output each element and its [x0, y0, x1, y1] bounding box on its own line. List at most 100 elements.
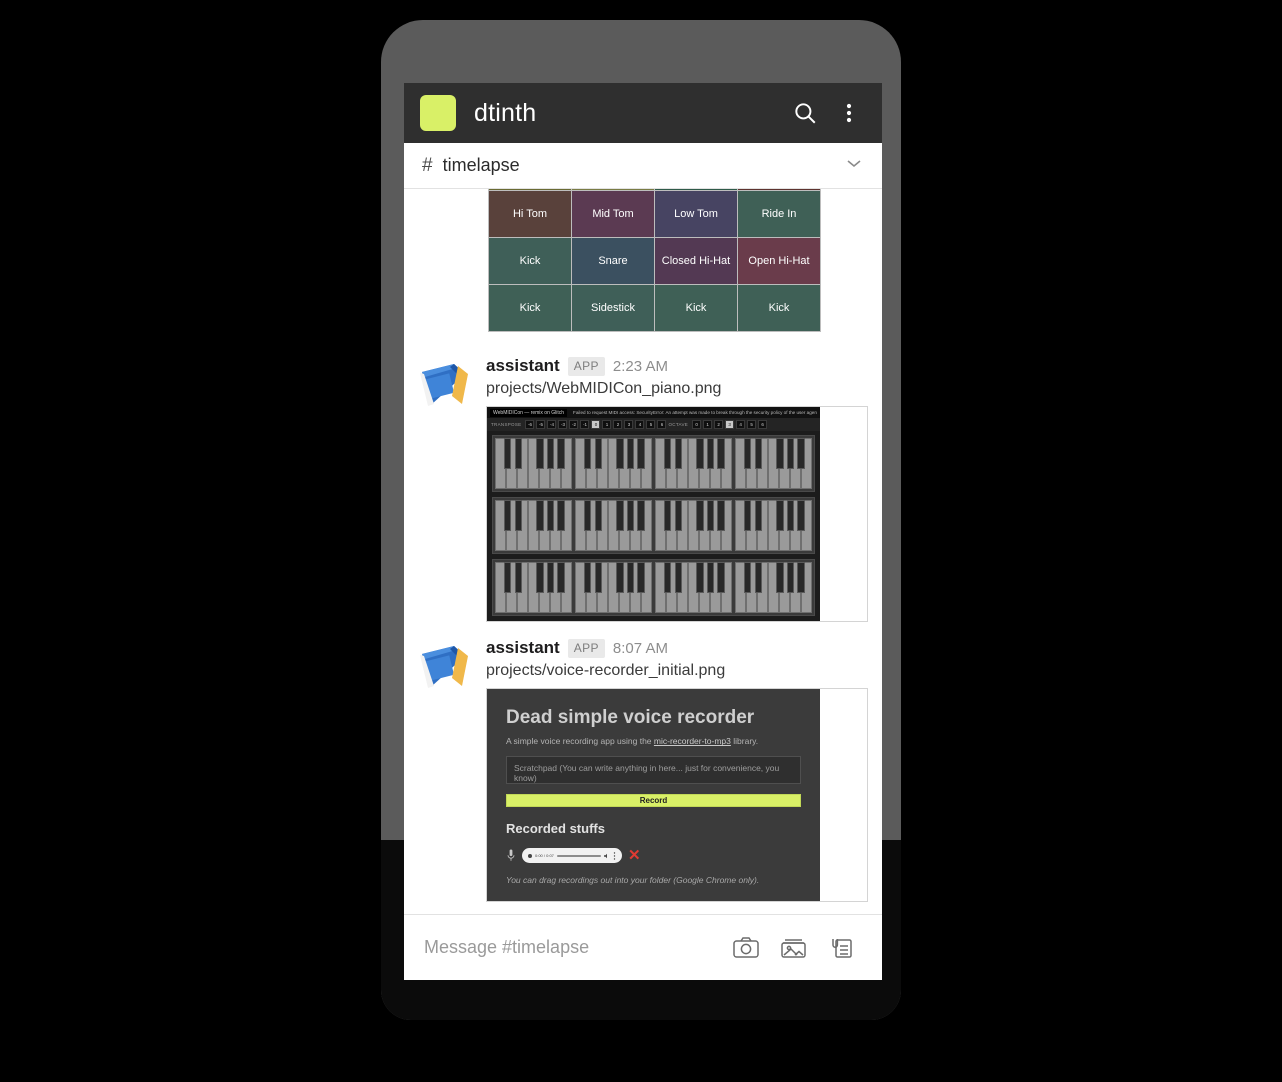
piano-octave[interactable] [495, 500, 572, 552]
document-attachment-icon[interactable] [822, 931, 862, 965]
message-input[interactable]: Message #timelapse [424, 937, 718, 958]
piano-octave[interactable] [735, 500, 812, 552]
piano-black-key[interactable] [754, 562, 762, 593]
transpose-button[interactable]: -5 [536, 420, 546, 430]
transpose-button[interactable]: 4 [635, 420, 645, 430]
piano-keyboard-row[interactable] [492, 559, 815, 617]
drum-pad[interactable]: Snare [572, 238, 654, 284]
piano-black-key[interactable] [536, 500, 544, 531]
drum-pad-grid[interactable]: Hi Tom Mid Tom Low Tom Ride In Kick Snare Clos… [488, 189, 821, 332]
octave-button[interactable]: 3 [725, 420, 735, 430]
piano-black-key[interactable] [557, 438, 565, 469]
mic-recorder-link[interactable]: mic-recorder-to-mp3 [654, 736, 731, 746]
transpose-button[interactable]: 0 [591, 420, 601, 430]
drum-pad[interactable]: Closed Hi-Hat [655, 238, 737, 284]
piano-octave[interactable] [735, 562, 812, 614]
piano-black-key[interactable] [743, 500, 752, 531]
piano-black-key[interactable] [503, 562, 512, 593]
drum-machine-attachment[interactable]: Hi Tom Mid Tom Low Tom Ride In Kick Snare Clos… [488, 189, 821, 332]
chevron-down-icon[interactable] [844, 156, 864, 175]
piano-black-key[interactable] [637, 500, 645, 531]
delete-x-icon[interactable]: ✕ [628, 848, 641, 863]
piano-black-key[interactable] [616, 562, 624, 593]
drum-pad[interactable]: Kick [655, 285, 737, 331]
piano-black-key[interactable] [637, 438, 645, 469]
drum-pad[interactable]: Open Hi-Hat [738, 238, 820, 284]
attachment-filename[interactable]: projects/WebMIDICon_piano.png [486, 380, 868, 398]
drum-pad[interactable]: Hi Tom [489, 191, 571, 237]
drum-pad[interactable]: Mid Tom [572, 191, 654, 237]
record-button[interactable]: Record [506, 794, 801, 808]
drum-pad[interactable]: Low Tom [655, 191, 737, 237]
piano-black-key[interactable] [797, 562, 805, 593]
piano-black-key[interactable] [797, 438, 805, 469]
drum-pad[interactable]: Kick [738, 285, 820, 331]
scratchpad-input[interactable]: Scratchpad (You can write anything in he… [506, 756, 801, 785]
piano-octave[interactable] [735, 438, 812, 490]
octave-button[interactable]: 2 [714, 420, 724, 430]
transpose-button[interactable]: 1 [602, 420, 612, 430]
piano-black-key[interactable] [706, 562, 715, 593]
drum-pad[interactable]: Kick [489, 285, 571, 331]
piano-black-key[interactable] [557, 562, 565, 593]
drum-pad-clipped[interactable] [738, 189, 820, 190]
player-menu-icon[interactable] [613, 852, 616, 860]
drum-pad-clipped[interactable] [655, 189, 737, 190]
piano-keyboard-row[interactable] [492, 435, 815, 493]
piano-black-key[interactable] [583, 438, 592, 469]
octave-button[interactable]: 0 [692, 420, 702, 430]
play-button[interactable] [528, 853, 532, 858]
kebab-menu-icon[interactable] [832, 96, 866, 130]
recording-list-item[interactable]: 0:00 / 0:07 ✕ [506, 848, 801, 864]
piano-black-key[interactable] [616, 500, 624, 531]
piano-black-key[interactable] [706, 500, 715, 531]
piano-black-key[interactable] [626, 438, 635, 469]
piano-black-key[interactable] [583, 500, 592, 531]
drum-pad[interactable]: Ride In [738, 191, 820, 237]
piano-black-key[interactable] [594, 500, 602, 531]
voice-recorder-screenshot-attachment[interactable]: Dead simple voice recorder A simple voic… [486, 688, 868, 903]
octave-button[interactable]: 1 [703, 420, 713, 430]
piano-black-key[interactable] [674, 500, 682, 531]
piano-black-key[interactable] [514, 562, 522, 593]
transpose-button[interactable]: 5 [646, 420, 656, 430]
piano-black-key[interactable] [786, 438, 795, 469]
piano-black-key[interactable] [696, 562, 704, 593]
piano-black-key[interactable] [583, 562, 592, 593]
drum-pad[interactable]: Sidestick [572, 285, 654, 331]
piano-black-key[interactable] [786, 562, 795, 593]
piano-black-key[interactable] [546, 562, 555, 593]
transpose-button[interactable]: -3 [558, 420, 568, 430]
transpose-button[interactable]: 2 [613, 420, 623, 430]
piano-black-key[interactable] [546, 438, 555, 469]
piano-black-key[interactable] [557, 500, 565, 531]
workspace-avatar[interactable] [420, 95, 456, 131]
piano-black-key[interactable] [776, 438, 784, 469]
piano-keyboard-row[interactable] [492, 497, 815, 555]
piano-octave[interactable] [655, 438, 732, 490]
photo-gallery-icon[interactable] [774, 931, 814, 965]
piano-black-key[interactable] [797, 500, 805, 531]
piano-black-key[interactable] [616, 438, 624, 469]
piano-octave[interactable] [655, 562, 732, 614]
piano-octave[interactable] [575, 500, 652, 552]
volume-icon[interactable] [604, 853, 610, 859]
transpose-button[interactable]: -6 [525, 420, 535, 430]
attachment-filename[interactable]: projects/voice-recorder_initial.png [486, 662, 868, 680]
piano-black-key[interactable] [717, 500, 725, 531]
piano-black-key[interactable] [696, 438, 704, 469]
audio-player[interactable]: 0:00 / 0:07 [522, 848, 622, 864]
piano-black-key[interactable] [706, 438, 715, 469]
piano-black-key[interactable] [626, 500, 635, 531]
transpose-button[interactable]: -1 [580, 420, 590, 430]
piano-black-key[interactable] [754, 500, 762, 531]
piano-octave[interactable] [655, 500, 732, 552]
piano-black-key[interactable] [717, 438, 725, 469]
piano-black-key[interactable] [663, 438, 672, 469]
piano-octave[interactable] [495, 562, 572, 614]
search-icon[interactable] [788, 96, 822, 130]
camera-icon[interactable] [726, 931, 766, 965]
drum-pad[interactable]: Kick [489, 238, 571, 284]
transpose-button[interactable]: -4 [547, 420, 557, 430]
octave-button[interactable]: 4 [736, 420, 746, 430]
